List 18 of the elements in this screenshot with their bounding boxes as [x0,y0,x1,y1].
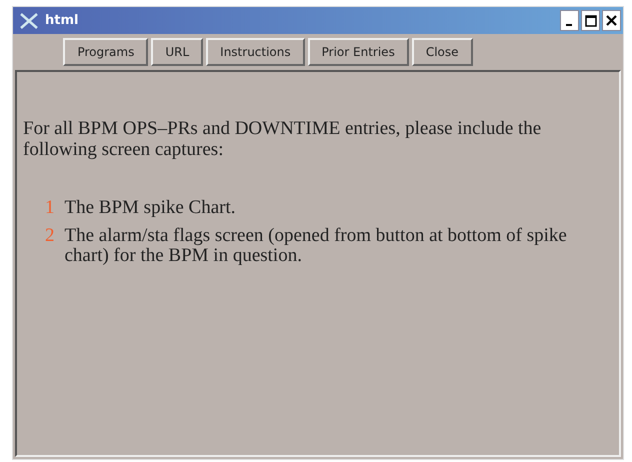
list-item-text: The BPM spike Chart. [64,198,236,218]
close-icon [606,15,617,26]
toolbar-button[interactable]: Instructions [206,38,305,66]
minimize-button[interactable] [560,10,579,31]
list-number: 2 [45,226,54,248]
minimize-icon [566,24,572,26]
close-button[interactable] [602,10,621,31]
toolbar-button[interactable]: Programs [63,38,148,66]
toolbar-button[interactable]: Close [412,38,473,66]
x-logo-icon [19,12,39,28]
maximize-icon [584,14,596,26]
intro-text: For all BPM OPS–PRs and DOWNTIME entries, please include the following screen captures: [23,118,542,160]
window-title: html [45,13,80,28]
list-item-text: The alarm/sta flags screen (opened from button at bottom of spike chart) for the BPM in question. [64,226,568,266]
list-number: 1 [45,198,54,218]
toolbar-button[interactable]: URL [151,38,204,66]
maximize-button[interactable] [581,10,600,31]
toolbar-button[interactable]: Prior Entries [308,38,409,66]
